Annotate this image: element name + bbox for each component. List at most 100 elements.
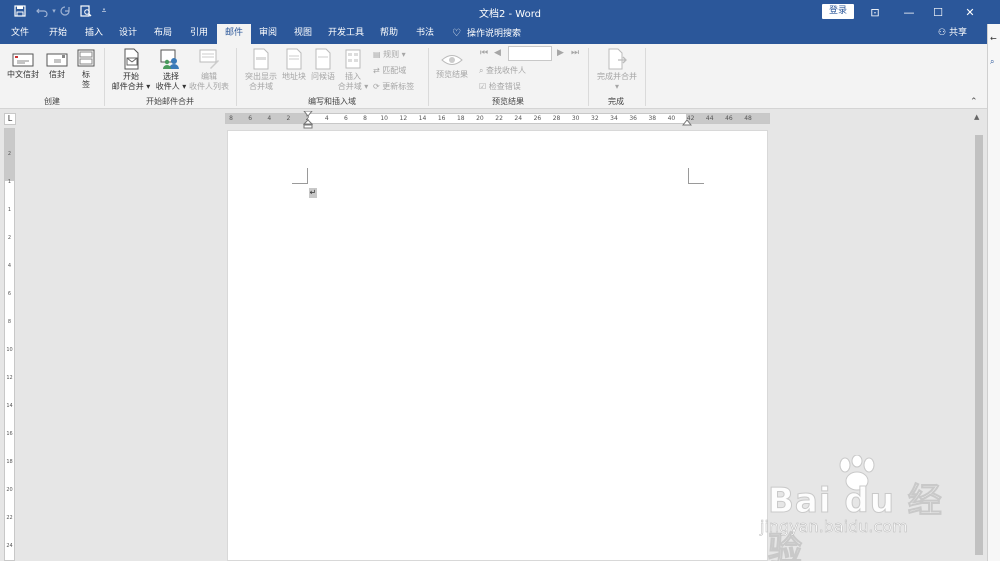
ruler-tick-label: 2 (286, 115, 291, 122)
find-recipient-button[interactable]: ⌕ 查找收件人 (479, 65, 526, 76)
preview-results-button[interactable]: 预览结果 (434, 52, 470, 80)
greeting-line-button[interactable]: 问候语 (308, 48, 338, 82)
tell-me-search[interactable]: ♡ 操作说明搜索 (452, 24, 521, 44)
vertical-ruler[interactable]: 2112468101214161820222426 (4, 128, 15, 561)
highlight-merge-fields-line1: 突出显示 (245, 72, 277, 81)
ruler-tick-label: 24 (514, 115, 523, 122)
tab-design[interactable]: 设计 (112, 24, 144, 44)
ribbon-display-options-icon[interactable]: ⊡ (860, 0, 890, 24)
address-block-button[interactable]: 地址块 (279, 48, 309, 82)
collapse-ribbon-icon[interactable]: ⌃ (970, 97, 978, 107)
first-line-indent-marker[interactable] (303, 111, 313, 117)
group-finish-label: 完成 (608, 97, 624, 106)
insert-merge-field-icon (345, 49, 361, 69)
last-record-icon[interactable]: ⏭ (571, 48, 579, 58)
rules-icon: ▤ (373, 50, 381, 59)
envelope-icon (46, 53, 68, 67)
tab-home[interactable]: 开始 (42, 24, 74, 44)
tab-references[interactable]: 引用 (183, 24, 215, 44)
ruler-tick-label: 40 (667, 115, 676, 122)
baidu-jingyan-watermark: Bai du 经验 jingyan.baidu.com (760, 455, 960, 561)
check-errors-button[interactable]: ☑ 检查错误 (479, 81, 521, 92)
pane-search-icon[interactable]: ⌕ (990, 57, 994, 67)
document-page[interactable]: ↵ (227, 130, 768, 561)
hanging-indent-marker[interactable] (303, 120, 313, 129)
group-write-insert-label: 编写和插入域 (308, 97, 356, 106)
scroll-thumb[interactable] (975, 135, 983, 555)
tab-developer[interactable]: 开发工具 (324, 24, 368, 44)
tab-insert[interactable]: 插入 (78, 24, 110, 44)
labels-button[interactable]: 标 签 (74, 48, 98, 90)
select-recipients-button[interactable]: 选择 收件人 ▾ (152, 48, 190, 92)
ruler-tick-label: 36 (629, 115, 637, 122)
tab-layout[interactable]: 布局 (147, 24, 179, 44)
address-block-label: 地址块 (282, 72, 306, 81)
ruler-tick-label: 38 (648, 115, 657, 122)
finish-merge-button[interactable]: 完成并合并 ▾ (594, 48, 640, 92)
ruler-tick-label: 26 (533, 115, 542, 122)
redo-icon[interactable] (57, 3, 73, 19)
tab-mailings[interactable]: 邮件 (217, 24, 251, 44)
back-arrow-icon[interactable]: ← (990, 34, 997, 43)
update-labels-label: 更新标签 (382, 82, 415, 91)
close-icon[interactable]: ✕ (955, 0, 985, 24)
ribbon-tabs: 文件 开始 插入 设计 布局 引用 邮件 审阅 视图 开发工具 帮助 书法 ♡ 操… (0, 24, 1000, 44)
ruler-tick-label: 2 (7, 151, 12, 157)
minimize-icon[interactable]: — (894, 0, 924, 24)
maximize-icon[interactable]: ☐ (923, 0, 953, 24)
ruler-tick-label: 28 (552, 115, 561, 122)
tab-stop-selector[interactable]: L (4, 113, 16, 125)
edit-recipient-list-line2: 收件人列表 (189, 82, 229, 91)
envelopes-button[interactable]: 信封 (44, 52, 70, 80)
next-record-icon[interactable]: ▶ (557, 48, 564, 58)
tab-calligraphy[interactable]: 书法 (409, 24, 441, 44)
edit-recipient-list-button[interactable]: 编辑 收件人列表 (188, 48, 230, 92)
print-preview-icon[interactable] (78, 3, 94, 19)
side-pane-strip: ← ⌕ (987, 24, 1000, 561)
watermark-url: jingyan.baidu.com (760, 517, 908, 537)
ruler-tick-label: 46 (725, 115, 733, 122)
tab-file[interactable]: 文件 (4, 24, 36, 44)
save-icon[interactable] (12, 3, 28, 19)
person-icon: ⚇ (938, 28, 947, 38)
first-record-icon[interactable]: ⏮ (480, 48, 488, 58)
chinese-envelope-label: 中文信封 (7, 70, 39, 79)
login-button[interactable]: 登录 (822, 4, 854, 19)
ruler-tick-label: 20 (476, 115, 484, 122)
previous-record-icon[interactable]: ◀ (494, 48, 501, 58)
start-mail-merge-button[interactable]: 开始 邮件合并 ▾ (110, 48, 152, 92)
vertical-scrollbar[interactable]: ▲ (971, 109, 987, 561)
rules-label: 规则 (383, 50, 400, 59)
insert-merge-field-button[interactable]: 插入 合并域 ▾ (336, 48, 370, 92)
finish-merge-icon (608, 48, 627, 70)
greeting-line-label: 问候语 (311, 72, 335, 81)
highlight-merge-fields-button[interactable]: 突出显示 合并域 (242, 48, 280, 92)
group-start-mail-merge-label: 开始邮件合并 (146, 97, 194, 106)
match-fields-icon: ⇄ (373, 66, 380, 75)
preview-results-label: 预览结果 (436, 70, 468, 79)
scroll-up-icon[interactable]: ▲ (974, 113, 979, 121)
ruler-tick-label: 44 (705, 115, 714, 122)
share-button[interactable]: ⚇ 共享 (938, 24, 967, 44)
ribbon-mailings: 中文信封 信封 标 签 创建 开始 邮件合并 ▾ 选择 收件人 ▾ 编辑 收件人… (0, 44, 987, 109)
tab-help[interactable]: 帮助 (373, 24, 405, 44)
ruler-tick-label: 8 (363, 115, 367, 122)
top-left-crop-mark (292, 168, 308, 184)
customize-qat-icon[interactable]: ⩡ (96, 3, 112, 19)
ruler-tick-label: 10 (6, 347, 13, 353)
match-fields-button[interactable]: ⇄ 匹配域 (373, 65, 406, 76)
ruler-tick-label: 18 (6, 459, 13, 465)
record-number-input[interactable] (508, 46, 552, 61)
tab-view[interactable]: 视图 (287, 24, 319, 44)
finish-merge-dropdown-icon: ▾ (614, 82, 619, 91)
select-recipients-icon (160, 49, 179, 69)
chinese-envelope-button[interactable]: 中文信封 (4, 52, 42, 80)
tab-review[interactable]: 审阅 (252, 24, 284, 44)
title-bar: ▾ ⩡ 文档2 - Word 登录 ⊡ — ☐ ✕ (0, 0, 1000, 24)
ruler-tick-label: 12 (399, 115, 408, 122)
update-labels-button[interactable]: ⟳ 更新标签 (373, 81, 414, 92)
rules-button[interactable]: ▤ 规则 ▾ (373, 49, 406, 60)
insert-merge-field-line1: 插入 (345, 72, 361, 81)
horizontal-ruler[interactable]: 8 6 4 2 2 4 6 8 10 12 14 16 18 20 22 24 26 28 30 32 34 36 38 40… (225, 111, 770, 129)
right-indent-marker[interactable] (682, 120, 692, 126)
